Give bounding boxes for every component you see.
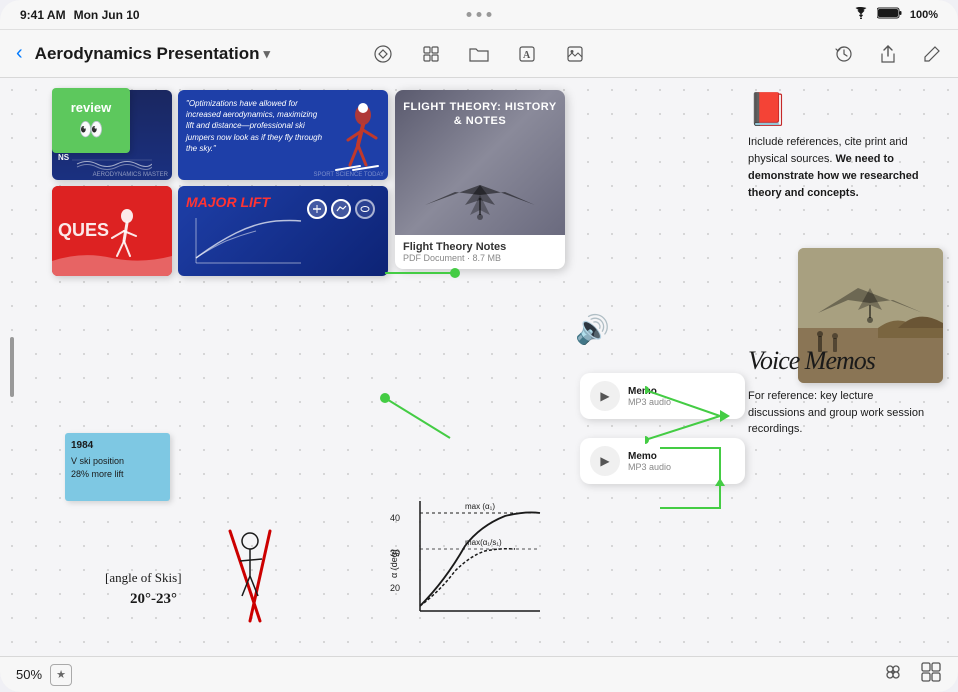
image-icon[interactable] bbox=[561, 40, 589, 68]
status-bar-center bbox=[467, 12, 492, 17]
bottom-icons bbox=[882, 661, 942, 688]
status-time: 9:41 AM bbox=[20, 8, 66, 22]
audio-play-button-2[interactable]: ▶ bbox=[590, 446, 620, 476]
ski-position-icons bbox=[307, 199, 375, 219]
zoom-controls: 50% ★ bbox=[16, 664, 72, 686]
angle-graph: 40 30 20 α (deg) max (α₁) max(α₁/s₁) bbox=[385, 491, 550, 631]
sticky-review-note[interactable]: review 👀 bbox=[52, 88, 130, 153]
dot2 bbox=[477, 12, 482, 17]
canvas-area: NS DYNAMICS N SKIS TANCE ARADOX NS AEROD… bbox=[0, 78, 958, 656]
slide-2-quote: "Optimizations have allowed for increase… bbox=[186, 98, 326, 154]
info-card: 📕 Include references, cite print and phy… bbox=[748, 90, 943, 202]
sticky-year: 1984 bbox=[71, 439, 164, 453]
grid-icon[interactable] bbox=[920, 661, 942, 688]
favorite-icon[interactable]: ★ bbox=[50, 664, 72, 686]
sticky-lift: 28% more lift bbox=[71, 468, 164, 481]
book-icon: 📕 bbox=[748, 90, 943, 128]
angle-value: 20°-23° bbox=[130, 591, 177, 608]
edit-icon[interactable] bbox=[918, 40, 946, 68]
zoom-level: 50% bbox=[16, 667, 42, 682]
sticky-review-eyes: 👀 bbox=[79, 117, 104, 142]
toolbar: ‹ Aerodynamics Presentation ▾ A bbox=[0, 30, 958, 78]
slide-2[interactable]: "Optimizations have allowed for increase… bbox=[178, 90, 388, 180]
svg-text:40: 40 bbox=[390, 513, 400, 523]
svg-text:20: 20 bbox=[390, 583, 400, 593]
slide-3[interactable]: QUES bbox=[52, 186, 172, 276]
status-bar: 9:41 AM Mon Jun 10 100% bbox=[0, 0, 958, 30]
battery-icon bbox=[877, 7, 902, 22]
info-card-text: Include references, cite print and physi… bbox=[748, 134, 943, 202]
pdf-card-title: FLIGHT THEORY: HISTORY & NOTES bbox=[395, 100, 565, 129]
slide-4[interactable]: MAJOR LIFT bbox=[178, 186, 388, 276]
voice-memo-arrows bbox=[645, 368, 755, 468]
battery-percent: 100% bbox=[910, 9, 938, 21]
svg-text:max (α₁): max (α₁) bbox=[465, 502, 495, 511]
slide-1-tag: AERODYNAMICS MASTER bbox=[93, 172, 168, 178]
svg-text:max(α₁/s₁): max(α₁/s₁) bbox=[465, 538, 502, 547]
sticky-position: V ski position bbox=[71, 455, 164, 468]
wave-lines bbox=[52, 157, 172, 172]
page-indicator bbox=[10, 337, 14, 397]
pdf-card-image: FLIGHT THEORY: HISTORY & NOTES bbox=[395, 90, 565, 235]
slide-3-content: QUES bbox=[52, 186, 172, 276]
dot1 bbox=[467, 12, 472, 17]
toolbar-center-icons: A bbox=[369, 40, 589, 68]
bottom-toolbar: 50% ★ bbox=[0, 656, 958, 692]
sticky-blue-note[interactable]: 1984 V ski position 28% more lift bbox=[65, 433, 170, 501]
pdf-card[interactable]: FLIGHT THEORY: HISTORY & NOTES F bbox=[395, 90, 565, 269]
speaker-icon: 🔊 bbox=[575, 313, 610, 346]
dot3 bbox=[487, 12, 492, 17]
history-icon[interactable] bbox=[830, 40, 858, 68]
grid-view-icon[interactable] bbox=[417, 40, 445, 68]
document-title: Aerodynamics Presentation bbox=[35, 44, 260, 64]
angle-label: [angle of Skis] bbox=[105, 570, 182, 586]
text-icon[interactable]: A bbox=[513, 40, 541, 68]
status-bar-left: 9:41 AM Mon Jun 10 bbox=[20, 8, 140, 22]
svg-text:QUES: QUES bbox=[58, 220, 109, 240]
toolbar-right-icons bbox=[830, 40, 946, 68]
share-icon[interactable] bbox=[874, 40, 902, 68]
layers-icon[interactable] bbox=[882, 661, 904, 688]
svg-text:α (deg): α (deg) bbox=[389, 549, 399, 578]
voice-memos-title: Voice Memos bbox=[748, 346, 875, 376]
toolbar-title: Aerodynamics Presentation ▾ bbox=[35, 44, 270, 64]
ipad-frame: 9:41 AM Mon Jun 10 100% ‹ Aerodynamics P… bbox=[0, 0, 958, 692]
pdf-card-label: Flight Theory Notes PDF Document · 8.7 M… bbox=[395, 235, 565, 269]
back-button[interactable]: ‹ bbox=[12, 38, 27, 69]
pencil-tool-icon[interactable] bbox=[369, 40, 397, 68]
wifi-icon bbox=[853, 7, 869, 22]
status-day: Mon Jun 10 bbox=[74, 8, 140, 22]
voice-memos-description: For reference: key lecture discussions a… bbox=[748, 388, 933, 438]
ski-diagram bbox=[200, 521, 330, 631]
slide-4-content: MAJOR LIFT bbox=[186, 194, 380, 268]
status-bar-right: 100% bbox=[853, 7, 938, 22]
slide-2-tag: SPORT SCIENCE TODAY bbox=[314, 172, 384, 178]
title-chevron[interactable]: ▾ bbox=[264, 46, 271, 62]
sticky-review-text: review bbox=[71, 100, 111, 115]
audio-play-button-1[interactable]: ▶ bbox=[590, 381, 620, 411]
svg-text:A: A bbox=[523, 50, 531, 61]
folder-icon[interactable] bbox=[465, 40, 493, 68]
